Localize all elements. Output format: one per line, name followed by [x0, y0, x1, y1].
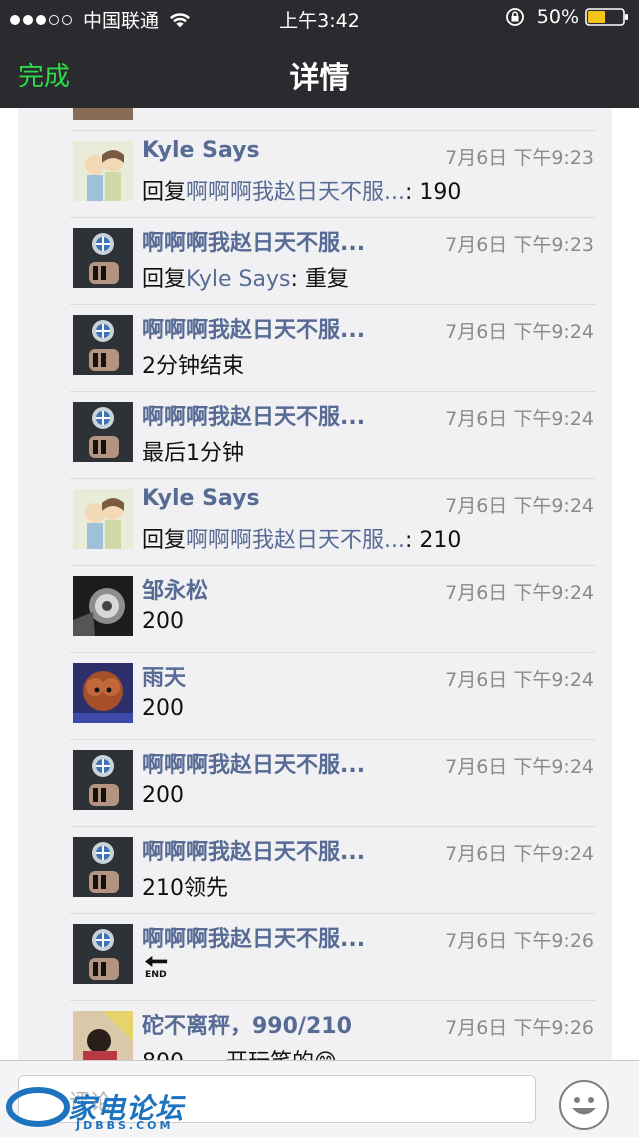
comment-time: 7月6日 下午9:24 — [445, 669, 594, 691]
watermark-swoosh-icon — [6, 1087, 70, 1127]
comment-author[interactable]: 砣不离秤，990/210 — [142, 1008, 352, 1040]
comment-author[interactable]: 邹永松 — [142, 573, 208, 605]
comment-text: 最后1分钟 — [142, 441, 244, 466]
emoji-button[interactable] — [558, 1079, 610, 1131]
avatar[interactable] — [73, 1011, 133, 1060]
carrier-label: 中国联通 — [83, 10, 160, 32]
avatar[interactable] — [73, 141, 133, 201]
avatar[interactable] — [73, 576, 133, 636]
comment-author[interactable]: 啊啊啊我赵日天不服... — [142, 312, 365, 344]
avatar[interactable] — [73, 228, 133, 288]
reply-to-link[interactable]: Kyle Says — [186, 267, 290, 292]
comment-time: 7月6日 下午9:26 — [445, 1017, 594, 1039]
comment-author[interactable]: 啊啊啊我赵日天不服... — [142, 225, 365, 257]
comment-text: 回复Kyle Says: 重复 — [142, 267, 349, 292]
comment-text: 2分钟结束 — [142, 354, 244, 379]
comment-author[interactable]: 啊啊啊我赵日天不服... — [142, 921, 365, 953]
end-label: END — [145, 969, 167, 979]
comment-text: 200 — [142, 609, 184, 634]
comment-time: 7月6日 下午9:23 — [445, 147, 594, 169]
list-item[interactable]: 啊啊啊我赵日天不服... 7月6日 下午9:24 200 — [70, 740, 596, 827]
comment-author[interactable]: 啊啊啊我赵日天不服... — [142, 834, 365, 866]
list-item[interactable]: 啊啊啊我赵日天不服... 7月6日 下午9:23 回复Kyle Says: 重复 — [70, 218, 596, 305]
comment-time: 7月6日 下午9:24 — [445, 756, 594, 778]
comment-time: 7月6日 下午9:24 — [445, 495, 594, 517]
avatar[interactable] — [73, 663, 133, 723]
list-item[interactable]: 雨天 7月6日 下午9:24 200 — [70, 653, 596, 740]
comment-time: 7月6日 下午9:24 — [445, 843, 594, 865]
comment-time: 7月6日 下午9:26 — [445, 930, 594, 952]
list-item[interactable]: 啊啊啊我赵日天不服... 7月6日 下午9:24 2分钟结束 — [70, 305, 596, 392]
comment-time: 7月6日 下午9:24 — [445, 321, 594, 343]
battery-icon — [585, 8, 628, 26]
avatar[interactable] — [73, 750, 133, 810]
avatar[interactable] — [73, 402, 133, 462]
watermark-sub: JDBBS.COM — [76, 1119, 174, 1132]
avatar[interactable] — [73, 837, 133, 897]
list-item[interactable]: 啊啊啊我赵日天不服... 7月6日 下午9:24 210领先 — [70, 827, 596, 914]
comment-author[interactable]: 啊啊啊我赵日天不服... — [142, 747, 365, 779]
list-item[interactable]: 啊啊啊我赵日天不服... 7月6日 下午9:24 最后1分钟 — [70, 392, 596, 479]
comment-time: 7月6日 下午9:24 — [445, 582, 594, 604]
list-item[interactable]: Kyle Says 7月6日 下午9:23 回复啊啊啊我赵日天不服...: 19… — [70, 131, 596, 218]
comment-text: END — [142, 954, 172, 979]
comment-author[interactable]: 啊啊啊我赵日天不服... — [142, 399, 365, 431]
status-right: 50% — [505, 6, 629, 28]
comment-list: Kyle Says 7月6日 下午9:23 回复啊啊啊我赵日天不服...: 19… — [18, 108, 612, 1060]
reply-to-link[interactable]: 啊啊啊我赵日天不服... — [186, 180, 405, 205]
comment-text: 200 — [142, 696, 184, 721]
comment-author[interactable]: 雨天 — [142, 660, 186, 692]
avatar[interactable] — [73, 315, 133, 375]
comment-bar: 评论 家电论坛 JDBBS.COM — [0, 1060, 639, 1137]
wifi-icon — [169, 12, 191, 27]
list-item[interactable]: 砣不离秤，990/210 7月6日 下午9:26 800......开玩笑的😁 — [70, 1001, 596, 1060]
avatar[interactable] — [73, 924, 133, 984]
watermark-logo: 家电论坛 JDBBS.COM — [6, 1083, 206, 1135]
comment-text: 200 — [142, 783, 184, 808]
status-bar: 中国联通 上午3:42 50% — [0, 0, 639, 36]
comment-time: 7月6日 下午9:23 — [445, 234, 594, 256]
comment-time: 7月6日 下午9:24 — [445, 408, 594, 430]
comment-text: 回复啊啊啊我赵日天不服...: 210 — [142, 528, 462, 553]
list-item[interactable]: Kyle Says 7月6日 下午9:24 回复啊啊啊我赵日天不服...: 21… — [70, 479, 596, 566]
comment-author[interactable]: Kyle Says — [142, 486, 260, 511]
end-arrow-icon: END — [145, 955, 168, 979]
rotation-lock-icon — [505, 8, 524, 26]
list-item[interactable]: 啊啊啊我赵日天不服... 7月6日 下午9:26 END — [70, 914, 596, 1001]
list-item[interactable]: 邹永松 7月6日 下午9:24 200 — [70, 566, 596, 653]
comment-text: 回复啊啊啊我赵日天不服...: 190 — [142, 180, 462, 205]
avatar — [73, 108, 133, 120]
done-button[interactable]: 完成 — [18, 56, 70, 93]
comment-text: 800......开玩笑的😁 — [142, 1044, 337, 1060]
avatar[interactable] — [73, 489, 133, 549]
battery-percent: 50% — [536, 6, 579, 28]
reply-to-link[interactable]: 啊啊啊我赵日天不服... — [186, 528, 405, 553]
comment-text: 210领先 — [142, 876, 228, 901]
signal-strength-icon — [10, 14, 75, 25]
status-left: 中国联通 — [10, 6, 191, 33]
comment-author[interactable]: Kyle Says — [142, 138, 260, 163]
page-title: 详情 — [289, 61, 350, 96]
nav-bar: 完成 详情 — [0, 36, 639, 108]
top-bar: 中国联通 上午3:42 50% 完成 详情 — [0, 0, 639, 108]
